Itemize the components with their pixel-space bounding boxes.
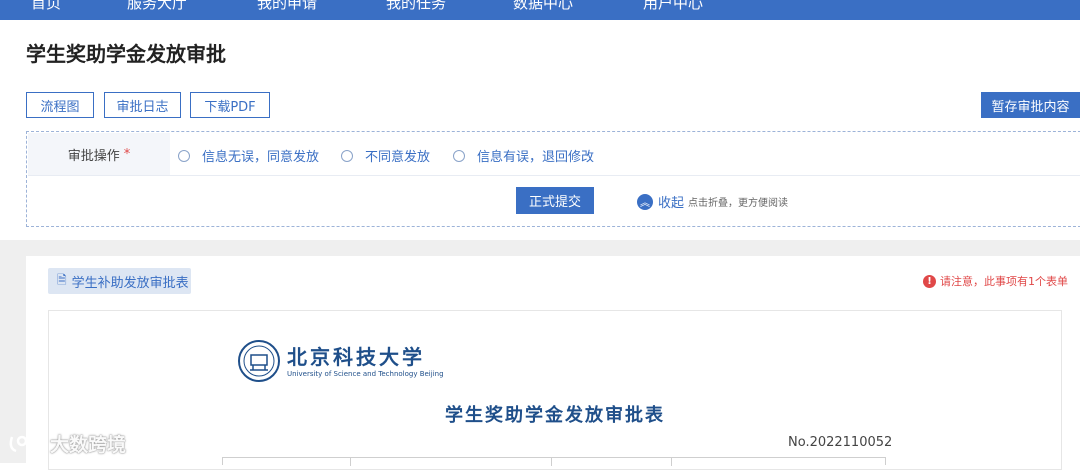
form-tab-label: 学生补助发放审批表 <box>71 275 189 291</box>
watermark: 大数跨境 <box>8 430 126 457</box>
table-column-divider <box>551 458 552 466</box>
university-name-block: 北京科技大学 University of Science and Technol… <box>287 345 444 378</box>
alert-icon: ! <box>923 274 936 288</box>
form-notice-text: 请注意，此事项有1个表单 <box>940 275 1068 288</box>
collapse-link[interactable]: 收起 <box>658 192 684 211</box>
document-icon: 🗎 <box>57 272 67 287</box>
watermark-logo-icon <box>9 435 48 452</box>
approval-label-text: 审批操作 <box>67 148 120 164</box>
nav-item-data-center[interactable]: 数据中心 <box>513 0 573 13</box>
row-divider <box>28 175 1080 176</box>
nav-item-service-hall[interactable]: 服务大厅 <box>127 0 187 13</box>
radio-return[interactable]: 信息有误，退回修改 <box>453 146 594 165</box>
approval-panel: 审批操作 * 信息无误，同意发放 不同意发放 信息有误，退回修改 正式提交 ︽ … <box>26 131 1080 227</box>
radio-approve[interactable]: 信息无误，同意发放 <box>178 146 319 165</box>
collapse-hint: 点击折叠，更方便阅读 <box>688 198 789 209</box>
form-table <box>222 457 886 466</box>
required-mark: * <box>123 146 131 162</box>
submit-button[interactable]: 正式提交 <box>516 187 594 214</box>
university-logo: 北京科技大学 University of Science and Technol… <box>237 339 444 383</box>
nav-item-user-center[interactable]: 用户中心 <box>643 0 703 13</box>
collapse-control[interactable]: ︽ 收起 点击折叠，更方便阅读 <box>637 192 788 211</box>
radio-circle[interactable] <box>178 149 190 162</box>
download-pdf-button[interactable]: 下载PDF <box>190 92 270 118</box>
document-title: 学生奖助学金发放审批表 <box>445 405 665 426</box>
flowchart-button[interactable]: 流程图 <box>26 92 94 118</box>
table-column-divider <box>350 458 351 466</box>
serial-number: No.2022110052 <box>788 435 893 450</box>
table-column-divider <box>671 458 672 466</box>
page-title: 学生奖助学金发放审批 <box>26 42 226 66</box>
radio-circle[interactable] <box>453 149 465 162</box>
form-notice: ! 请注意，此事项有1个表单 <box>923 273 1068 289</box>
approval-log-button[interactable]: 审批日志 <box>104 92 181 118</box>
radio-reject-label: 不同意发放 <box>365 150 431 165</box>
chevron-up-icon[interactable]: ︽ <box>637 193 653 210</box>
save-draft-button[interactable]: 暂存审批内容 <box>981 92 1080 118</box>
nav-item-my-tasks[interactable]: 我的任务 <box>386 0 446 13</box>
form-tab[interactable]: 🗎 学生补助发放审批表 <box>48 268 191 294</box>
approval-label: 审批操作 * <box>28 133 170 175</box>
radio-circle[interactable] <box>341 149 353 162</box>
radio-approve-label: 信息无误，同意发放 <box>202 150 320 165</box>
university-seal-icon <box>238 340 280 382</box>
radio-reject[interactable]: 不同意发放 <box>341 146 430 165</box>
watermark-text: 大数跨境 <box>50 434 127 456</box>
nav-item-my-applications[interactable]: 我的申请 <box>257 0 317 13</box>
radio-return-label: 信息有误，退回修改 <box>477 150 595 165</box>
nav-item-home[interactable]: 首页 <box>31 0 61 13</box>
document-card <box>48 310 1062 470</box>
university-name-cn: 北京科技大学 <box>287 344 425 369</box>
top-nav: 首页 服务大厅 我的申请 我的任务 数据中心 用户中心 <box>0 0 1080 20</box>
university-name-en: University of Science and Technology Bei… <box>287 369 444 378</box>
